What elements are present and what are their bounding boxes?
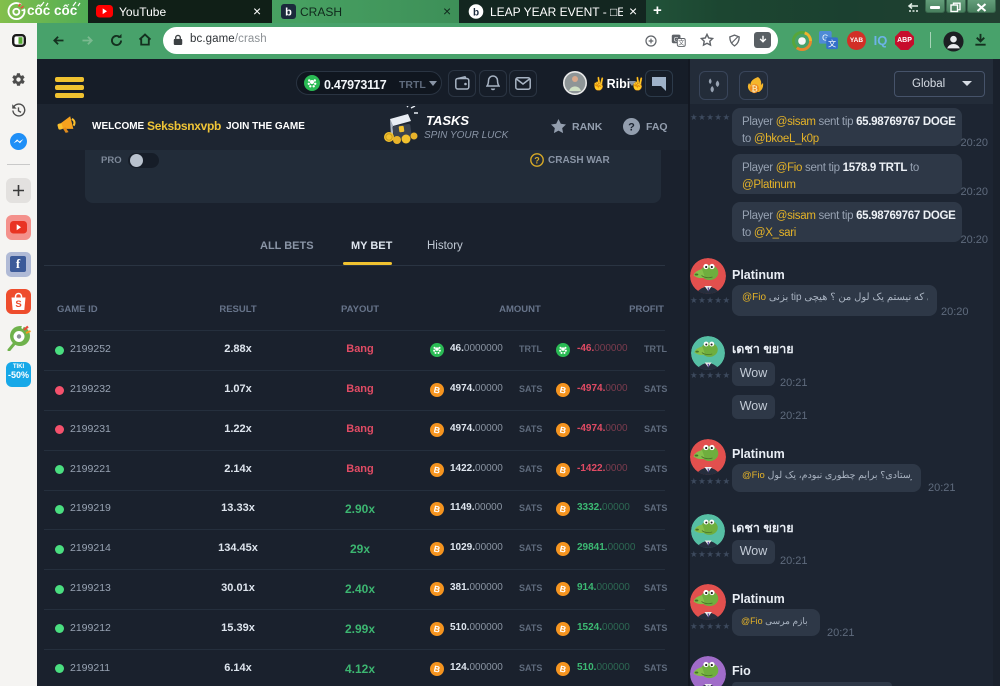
svg-text:b: b xyxy=(473,8,479,19)
svg-text:b: b xyxy=(285,7,292,19)
svg-text:₿: ₿ xyxy=(751,85,758,94)
svg-text:?: ? xyxy=(628,122,635,134)
svg-text:文: 文 xyxy=(828,38,836,48)
svg-text:?: ? xyxy=(534,155,540,165)
svg-text:S: S xyxy=(15,299,21,310)
svg-text:文: 文 xyxy=(678,38,685,47)
